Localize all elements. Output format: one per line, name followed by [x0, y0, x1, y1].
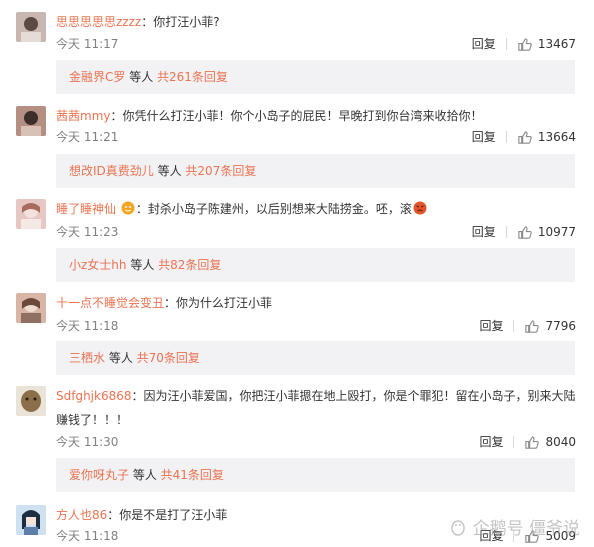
- divider: [505, 131, 507, 143]
- comment-body: 思思思思思zzzz：你打汪小菲?: [56, 12, 580, 32]
- watermark-text: 企鹅号 僵爷说: [472, 519, 580, 539]
- comment-username[interactable]: Sdfghjk6868: [56, 389, 132, 403]
- avatar[interactable]: [16, 12, 46, 42]
- thumbs-up-icon: [518, 37, 532, 51]
- reply-button[interactable]: 回复: [472, 224, 496, 240]
- comment-meta: 今天 11:18 回复 7796: [56, 318, 576, 334]
- reply-button[interactable]: 回复: [472, 36, 496, 52]
- comment-meta: 今天 11:21 回复 13664: [56, 129, 576, 145]
- comment-actions: 回复 10977: [472, 224, 576, 240]
- thumbs-up-icon: [518, 225, 532, 239]
- angry-face-icon: [413, 201, 427, 215]
- like-count: 10977: [537, 225, 576, 239]
- comment-text: ：你凭什么打汪小菲！你个小岛子的屁民！早晚打到你台湾来收拾你！: [110, 109, 483, 123]
- sub-reply-summary: 爱你呀丸子 等人 共41条回复: [56, 458, 575, 492]
- sub-reply-user[interactable]: 小z女士hh: [69, 258, 127, 272]
- sub-reply-mid: 等人: [153, 164, 186, 178]
- sub-reply-user[interactable]: 三栖水: [69, 351, 105, 365]
- sub-reply-count[interactable]: 共70条回复: [137, 351, 200, 365]
- sub-reply-mid: 等人: [129, 468, 161, 482]
- like-button[interactable]: 10977: [517, 224, 576, 240]
- comment-meta: 今天 11:23 回复 10977: [56, 224, 576, 240]
- comment-time: 今天 11:23: [56, 225, 119, 239]
- divider: [505, 226, 507, 238]
- like-button[interactable]: 8040: [524, 434, 576, 450]
- penguin-logo-icon: [450, 519, 465, 536]
- avatar[interactable]: [16, 199, 46, 229]
- comment-text: ：因为汪小菲爱国，你把汪小菲摁在地上殴打，你是个罪犯！留在小岛子，别来大陆赚钱了…: [56, 389, 576, 427]
- comment-username[interactable]: 茜茜mmy: [56, 109, 110, 123]
- comment-text: ：封杀小岛子陈建州，以后别想来大陆捞金。呸，滚: [135, 202, 412, 216]
- comment-actions: 回复 8040: [479, 434, 576, 450]
- avatar[interactable]: [16, 505, 46, 535]
- comment-text: ：你打汪小菲?: [141, 15, 220, 29]
- comment-time: 今天 11:30: [56, 435, 119, 449]
- avatar[interactable]: [16, 293, 46, 323]
- like-count: 7796: [545, 319, 576, 333]
- divider: [513, 320, 515, 332]
- comment-username[interactable]: 方人也86: [56, 508, 107, 522]
- thumbs-up-icon: [525, 319, 540, 333]
- comment-body: 十一点不睡觉会变丑：你为什么打汪小菲: [56, 293, 580, 313]
- comment-text: ：你是不是打了汪小菲: [107, 508, 228, 522]
- member-badge-icon: [121, 201, 135, 215]
- comment-username[interactable]: 睡了睡神仙: [56, 202, 116, 216]
- reply-button[interactable]: 回复: [472, 129, 496, 145]
- reply-button[interactable]: 回复: [479, 434, 503, 450]
- thumbs-up-icon: [525, 435, 540, 449]
- comment-actions: 回复 13467: [472, 36, 576, 52]
- reply-button[interactable]: 回复: [479, 318, 503, 334]
- comment-text: ：你为什么打汪小菲: [164, 296, 273, 310]
- like-button[interactable]: 13467: [517, 36, 576, 52]
- comment-time: 今天 11:18: [56, 529, 119, 543]
- like-count: 13467: [537, 37, 576, 51]
- sub-reply-summary: 三栖水 等人 共70条回复: [56, 341, 575, 375]
- sub-reply-summary: 想改ID真费劲儿 等人 共207条回复: [56, 154, 575, 188]
- sub-reply-count[interactable]: 共207条回复: [185, 164, 256, 178]
- divider: [505, 38, 507, 50]
- watermark: 企鹅号 僵爷说: [449, 514, 580, 539]
- sub-reply-user[interactable]: 想改ID真费劲儿: [69, 164, 154, 178]
- like-count: 8040: [545, 435, 576, 449]
- sub-reply-mid: 等人: [126, 258, 159, 272]
- comment-actions: 回复 13664: [472, 129, 576, 145]
- sub-reply-summary: 小z女士hh 等人 共82条回复: [56, 248, 575, 282]
- avatar[interactable]: [16, 106, 46, 136]
- like-count: 13664: [537, 130, 576, 144]
- comment-time: 今天 11:18: [56, 319, 119, 333]
- comment-body: 茜茜mmy：你凭什么打汪小菲！你个小岛子的屁民！早晚打到你台湾来收拾你！: [56, 106, 580, 126]
- sub-reply-count[interactable]: 共82条回复: [158, 258, 221, 272]
- comment-body: Sdfghjk6868：因为汪小菲爱国，你把汪小菲摁在地上殴打，你是个罪犯！留在…: [56, 384, 580, 432]
- comment-meta: 今天 11:30 回复 8040: [56, 434, 576, 450]
- comment-actions: 回复 7796: [479, 318, 576, 334]
- sub-reply-count[interactable]: 共41条回复: [161, 468, 224, 482]
- avatar[interactable]: [16, 386, 46, 416]
- comment-time: 今天 11:17: [56, 37, 119, 51]
- comment-meta: 今天 11:17 回复 13467: [56, 36, 576, 52]
- comment-time: 今天 11:21: [56, 130, 119, 144]
- sub-reply-user[interactable]: 金融界C罗: [69, 70, 125, 84]
- sub-reply-count[interactable]: 共261条回复: [157, 70, 228, 84]
- like-button[interactable]: 7796: [524, 318, 576, 334]
- sub-reply-mid: 等人: [105, 351, 137, 365]
- thumbs-up-icon: [518, 130, 532, 144]
- sub-reply-mid: 等人: [125, 70, 158, 84]
- sub-reply-user[interactable]: 爱你呀丸子: [69, 468, 129, 482]
- comment-body: 睡了睡神仙 ：封杀小岛子陈建州，以后别想来大陆捞金。呸，滚: [56, 199, 580, 219]
- comment-username[interactable]: 十一点不睡觉会变丑: [56, 296, 164, 310]
- sub-reply-summary: 金融界C罗 等人 共261条回复: [56, 60, 575, 94]
- comment-username[interactable]: 思思思思思zzzz: [56, 15, 141, 29]
- like-button[interactable]: 13664: [517, 129, 576, 145]
- divider: [513, 436, 515, 448]
